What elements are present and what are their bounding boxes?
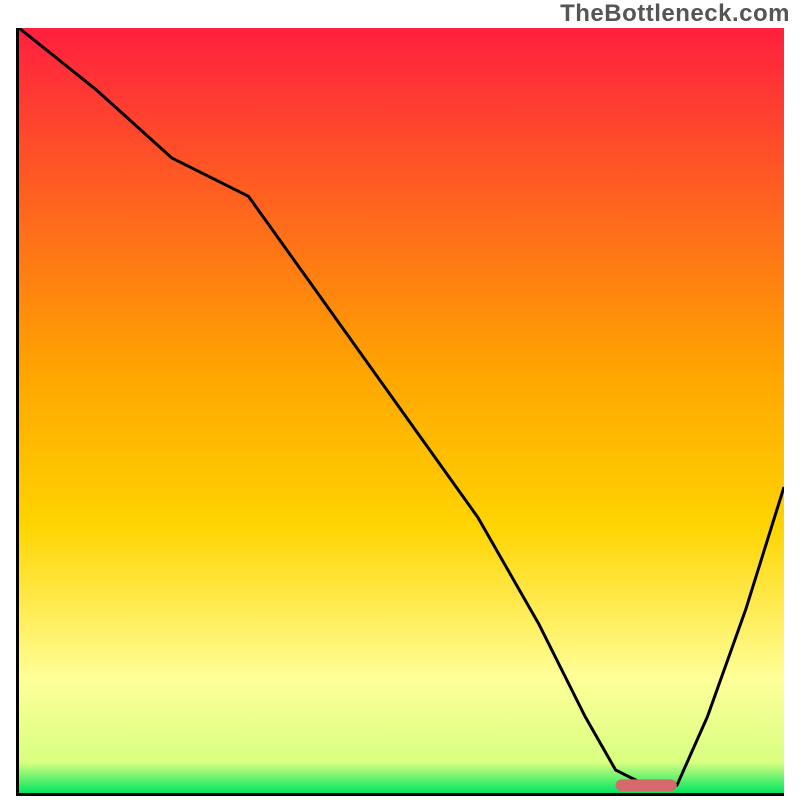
chart-container: TheBottleneck.com [0, 0, 800, 800]
optimal-marker [616, 779, 677, 791]
plot-area [16, 28, 784, 796]
watermark-text: TheBottleneck.com [560, 0, 790, 28]
chart-svg [19, 28, 784, 793]
